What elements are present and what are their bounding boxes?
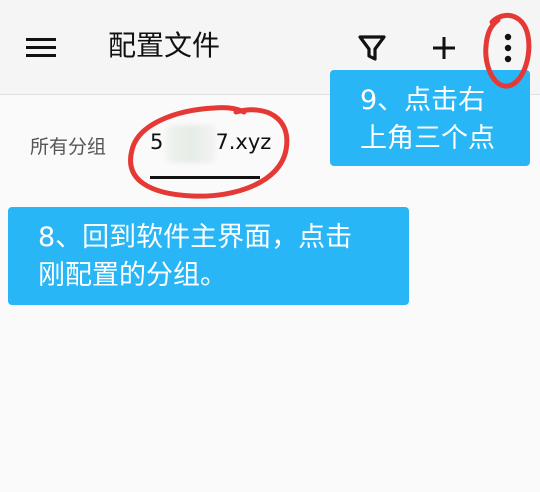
annotation-step-9-line2: 上角三个点: [360, 123, 495, 154]
more-vert-icon: [504, 33, 512, 63]
annotation-step-8-line2: 刚配置的分组。: [38, 260, 227, 291]
filter-icon: [358, 35, 386, 61]
more-options-button[interactable]: [492, 30, 524, 66]
plus-icon: [433, 37, 455, 59]
add-button[interactable]: [428, 32, 460, 64]
tab-all-groups[interactable]: 所有分组: [30, 132, 106, 159]
page-title: 配置文件: [108, 29, 221, 62]
annotation-step-8-line1: 8、回到软件主界面，点击: [38, 222, 353, 253]
tab-group-prefix: 5: [150, 130, 164, 154]
redacted-blur: [166, 125, 216, 163]
tab-selected-indicator: [150, 176, 260, 179]
annotation-step-9: 9、点击右 上角三个点: [330, 70, 530, 166]
menu-button[interactable]: [24, 32, 60, 64]
tab-group-suffix: 7.xyz: [215, 130, 272, 154]
filter-button[interactable]: [356, 32, 388, 64]
annotation-step-8: 8、回到软件主界面，点击 刚配置的分组。: [8, 207, 409, 305]
annotation-step-9-line1: 9、点击右: [360, 85, 486, 116]
menu-icon: [26, 38, 56, 57]
